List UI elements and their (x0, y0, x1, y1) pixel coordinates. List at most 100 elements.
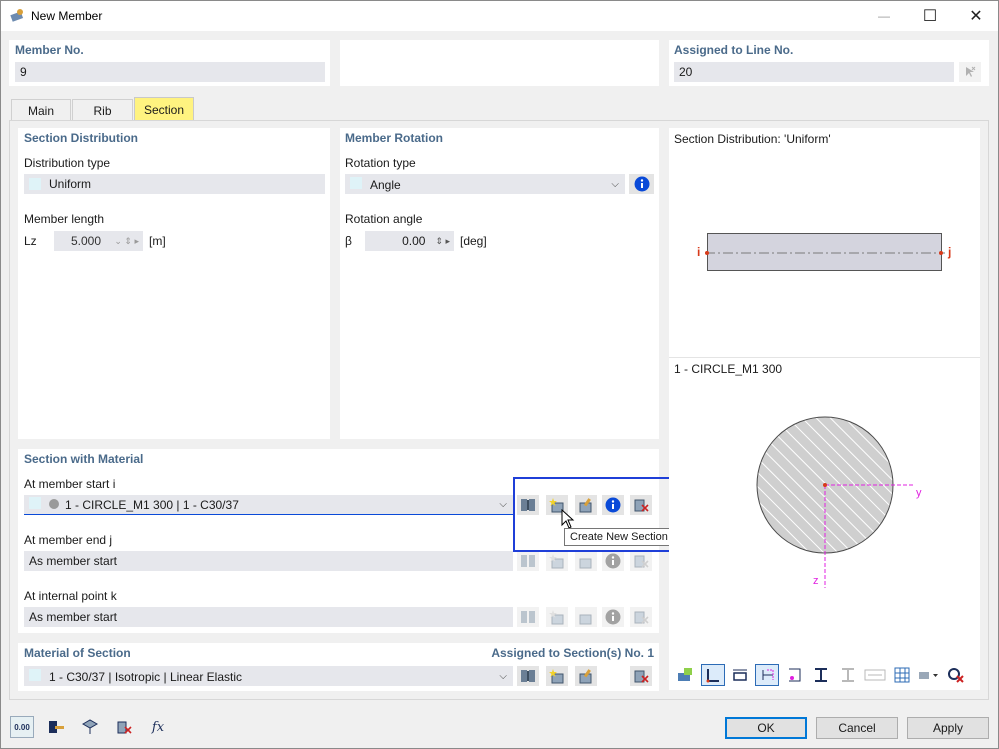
spinner-icon: ⇕ ▸ (435, 235, 450, 246)
member-length-value: 5.000 (71, 234, 102, 248)
rotation-info-button[interactable] (629, 174, 654, 194)
color-swatch (350, 176, 362, 189)
i-section-alt-icon (842, 668, 854, 682)
member-end-value: As member start (29, 554, 118, 568)
rotation-angle-input[interactable]: 0.00 ⇕ ▸ (365, 231, 454, 251)
end-edit-section-button[interactable] (575, 551, 597, 571)
end-new-section-button[interactable] (546, 551, 568, 571)
view-icon (81, 719, 99, 734)
member-no-panel: Member No. 9 (9, 40, 330, 86)
node-j-label: j (948, 245, 952, 259)
internal-point-select[interactable]: As member start (24, 607, 513, 627)
member-no-field[interactable]: 9 (15, 62, 325, 82)
section-distribution-panel: Section Distribution Distribution type U… (18, 128, 330, 439)
tab-section-label: Section (143, 102, 185, 117)
bottom-toolbar: 0.00 fx (10, 716, 170, 738)
minimize-icon: — (878, 9, 890, 23)
pick-line-button[interactable] (959, 62, 981, 82)
new-material-button[interactable] (546, 666, 568, 686)
view-dropdown-button[interactable] (917, 664, 941, 686)
display-options-button[interactable] (674, 664, 698, 686)
apply-button[interactable]: Apply (907, 717, 989, 739)
edit-material-icon (579, 669, 592, 684)
rotation-type-label: Rotation type (345, 156, 416, 170)
app-icon (9, 8, 25, 27)
book-icon (521, 555, 535, 567)
internal-library-button[interactable] (517, 607, 539, 627)
formula-button[interactable]: fx (146, 716, 170, 738)
delete-section-icon (634, 555, 649, 568)
section-with-material-header: Section with Material (24, 452, 144, 466)
delete-material-button[interactable] (630, 666, 652, 686)
tab-section[interactable]: Section (134, 97, 194, 121)
book-icon (521, 670, 535, 682)
member-info-button[interactable] (44, 716, 68, 738)
member-no-label: Member No. (15, 43, 84, 57)
section-view-button[interactable] (701, 664, 725, 686)
internal-edit-section-button[interactable] (575, 607, 597, 627)
maximize-icon: ☐ (922, 8, 938, 25)
material-library-button[interactable] (517, 666, 539, 686)
view-button[interactable] (78, 716, 102, 738)
title-bar: New Member — ☐ ✕ (1, 1, 998, 31)
member-end-label: At member end j (24, 533, 113, 547)
end-library-button[interactable] (517, 551, 539, 571)
minimize-button[interactable]: — (861, 1, 907, 31)
internal-point-label: At internal point k (24, 589, 117, 603)
reset-view-button[interactable] (944, 664, 968, 686)
units-button[interactable]: 0.00 (10, 716, 34, 738)
i-section-alt-button[interactable] (836, 664, 860, 686)
maximize-button[interactable]: ☐ (907, 1, 953, 31)
axes-button[interactable] (755, 664, 779, 686)
section-view-icon (706, 669, 719, 683)
end-info-button[interactable] (602, 551, 624, 571)
distribution-type-value: Uniform (49, 177, 92, 191)
member-end-select[interactable]: As member start (24, 551, 513, 571)
axes-icon (762, 669, 774, 680)
member-info-icon (49, 721, 64, 733)
grid-button[interactable] (890, 664, 914, 686)
delete-item-button[interactable] (112, 716, 136, 738)
internal-delete-button[interactable] (630, 607, 652, 627)
close-button[interactable]: ✕ (953, 1, 999, 31)
i-section-button[interactable] (809, 664, 833, 686)
apply-label: Apply (932, 721, 964, 735)
edit-section-icon (579, 614, 592, 625)
edit-material-button[interactable] (575, 666, 597, 686)
node-i-label: i (697, 245, 701, 259)
chevron-down-icon: ⌵ (499, 670, 507, 682)
delete-material-icon (634, 670, 649, 683)
section-preview-title: 1 - CIRCLE_M1 300 (674, 362, 783, 376)
internal-info-button[interactable] (602, 607, 624, 627)
info-icon (634, 176, 649, 192)
member-start-select[interactable]: 1 - CIRCLE_M1 300 | 1 - C30/37 ⌵ (24, 495, 513, 515)
rotation-type-select[interactable]: Angle ⌵ (345, 174, 625, 194)
dimensions-button[interactable] (728, 664, 752, 686)
end-delete-button[interactable] (630, 551, 652, 571)
distribution-type-select[interactable]: Uniform (24, 174, 325, 194)
assigned-line-label: Assigned to Line No. (674, 43, 794, 57)
assigned-line-field[interactable]: 20 (674, 62, 954, 82)
material-select[interactable]: 1 - C30/37 | Isotropic | Linear Elastic … (24, 666, 513, 686)
window-title: New Member (31, 9, 103, 23)
new-section-icon (549, 554, 564, 569)
divider (669, 357, 980, 358)
member-length-unit: [m] (149, 234, 166, 248)
material-dot-icon (49, 499, 59, 509)
angle-symbol: β (345, 234, 352, 248)
spinner-icon: ⌄ ⇕ ▸ (114, 235, 139, 246)
formula-icon: fx (151, 719, 165, 735)
rotation-type-value: Angle (370, 177, 401, 192)
tab-rib[interactable]: Rib (72, 99, 133, 121)
rotation-angle-unit: [deg] (460, 234, 487, 248)
ok-button[interactable]: OK (725, 717, 807, 739)
numbering-button[interactable] (863, 664, 887, 686)
cancel-label: Cancel (838, 721, 876, 735)
assigned-line-panel: Assigned to Line No. 20 (669, 40, 989, 86)
cancel-button[interactable]: Cancel (816, 717, 898, 739)
internal-new-section-button[interactable] (546, 607, 568, 627)
tab-main[interactable]: Main (11, 99, 71, 121)
stress-points-button[interactable] (782, 664, 806, 686)
member-length-label: Member length (24, 212, 105, 226)
member-length-input[interactable]: 5.000 ⌄ ⇕ ▸ (54, 231, 143, 251)
